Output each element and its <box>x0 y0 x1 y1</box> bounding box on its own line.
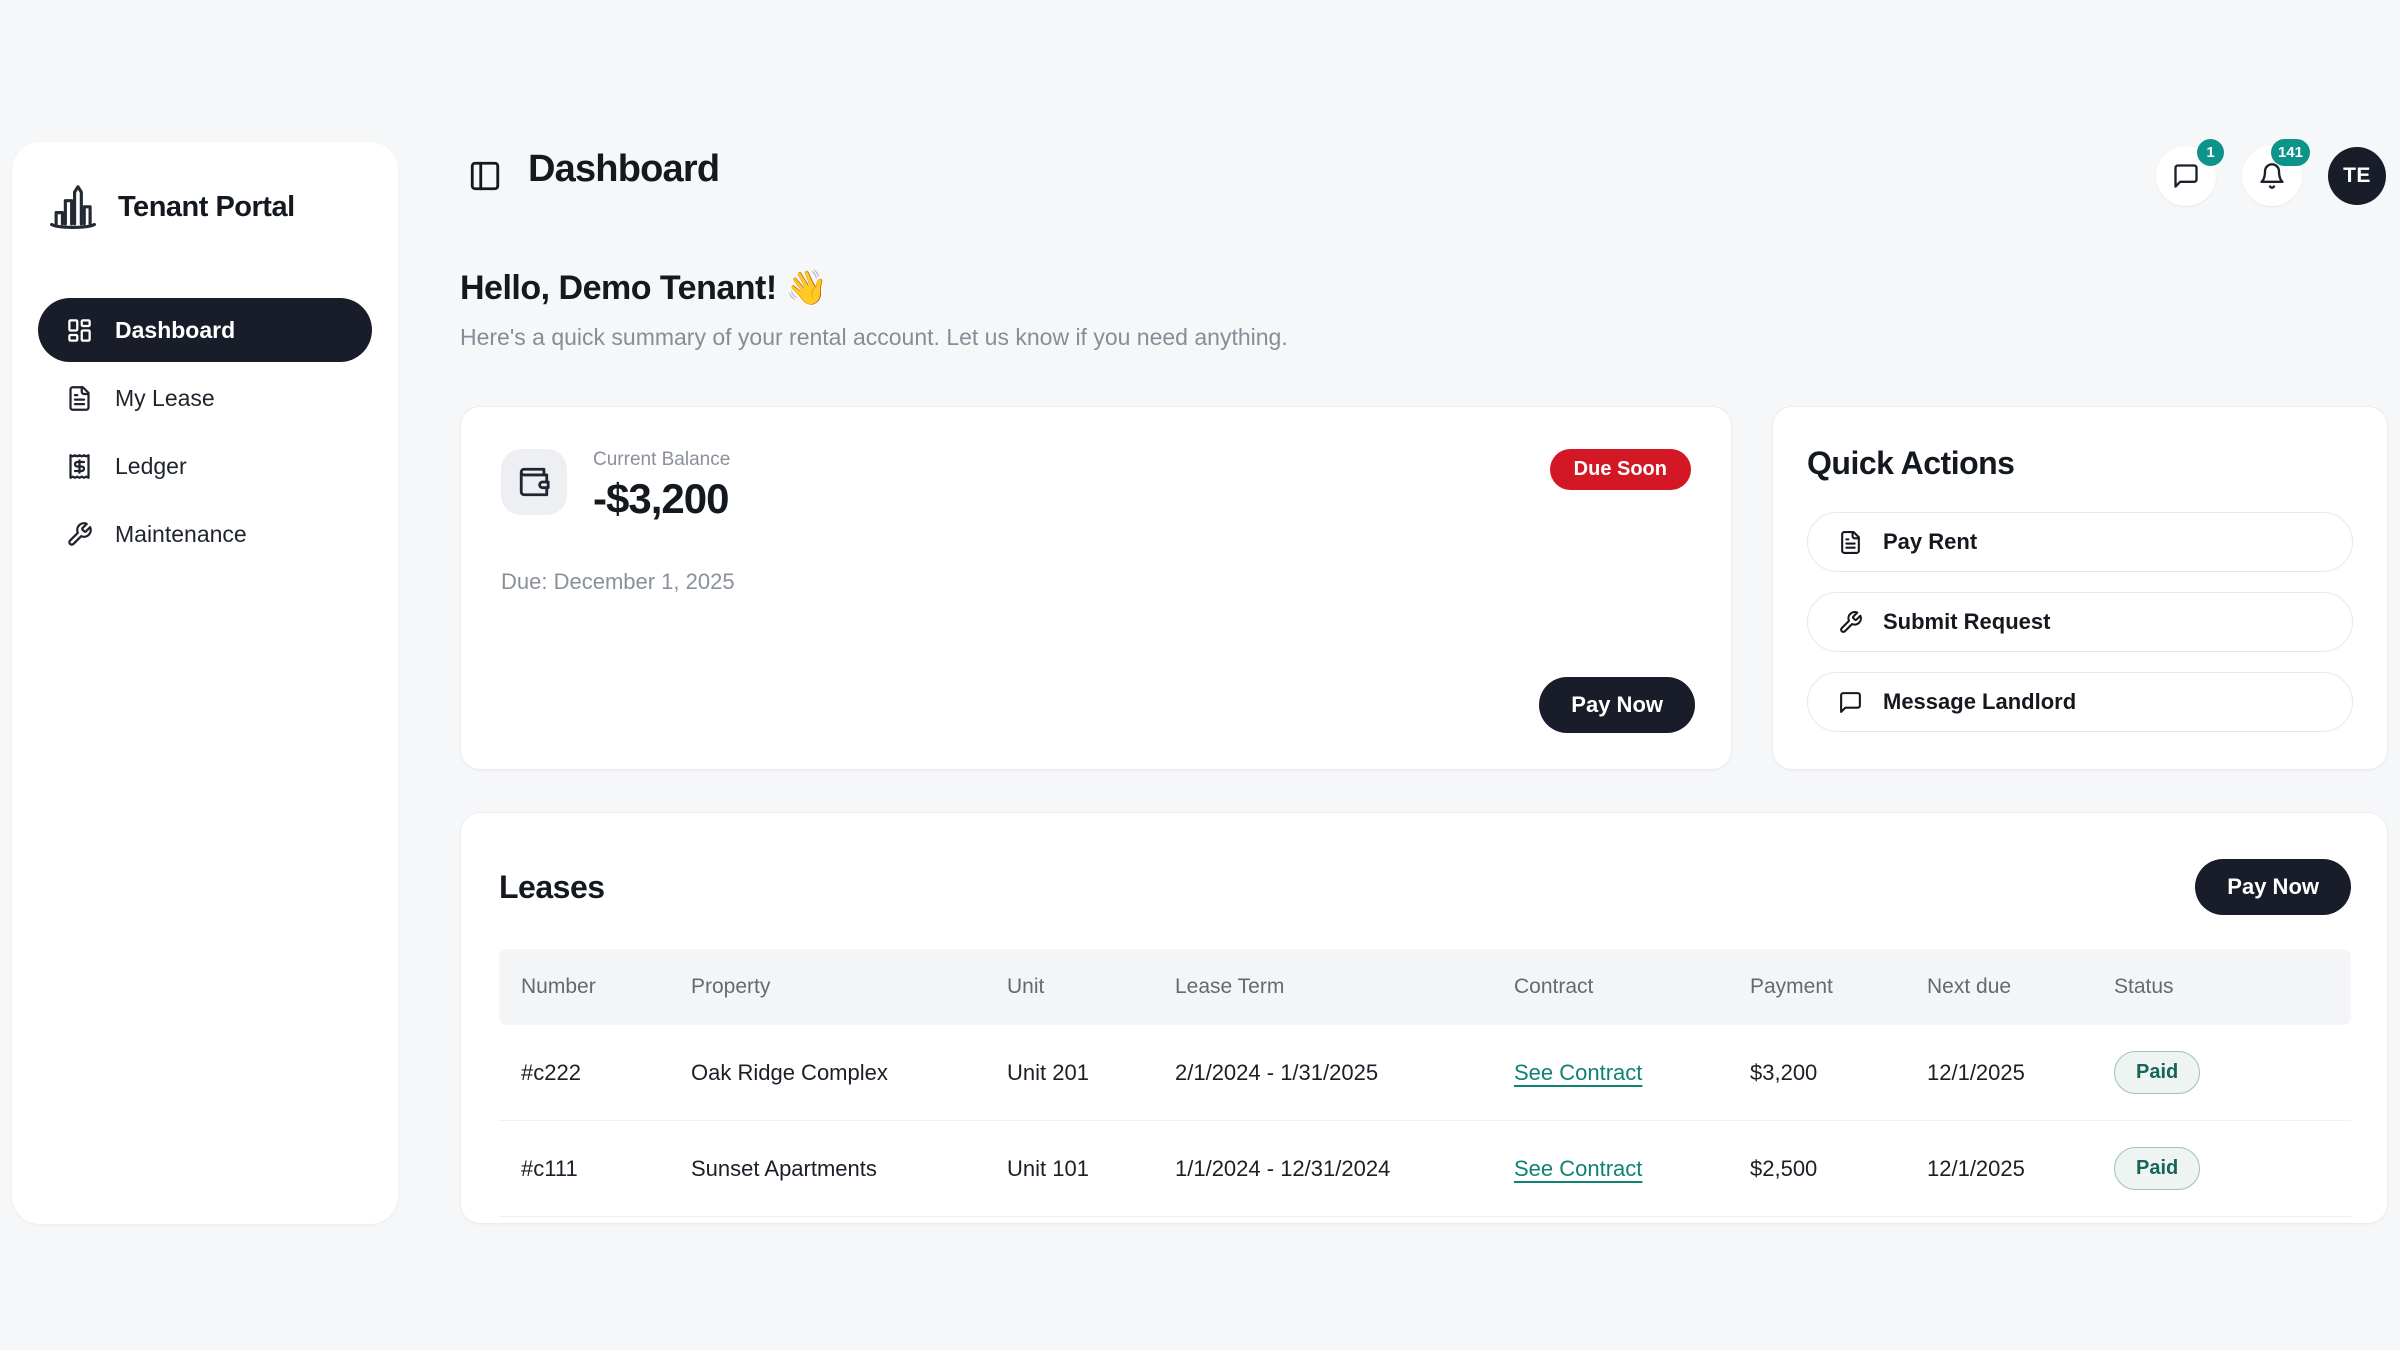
layout-dashboard-icon <box>66 317 93 344</box>
status-badge: Paid <box>2114 1147 2200 1190</box>
balance-card: Current Balance -$3,200 Due Soon Due: De… <box>460 406 1732 770</box>
lease-payment: $3,200 <box>1750 1060 1927 1086</box>
sidebar-item-ledger[interactable]: Ledger <box>38 434 372 498</box>
column-header-term: Lease Term <box>1175 975 1514 999</box>
leases-card: Leases Pay Now Number Property Unit Leas… <box>460 812 2388 1224</box>
lease-number: #c111 <box>521 1156 691 1182</box>
column-header-unit: Unit <box>1007 975 1175 999</box>
quick-actions-title: Quick Actions <box>1807 445 2353 482</box>
messages-badge: 1 <box>2197 139 2224 166</box>
balance-label: Current Balance <box>593 449 730 471</box>
wrench-icon <box>1838 610 1863 635</box>
sidebar-item-label: My Lease <box>115 385 215 412</box>
quick-action-label: Message Landlord <box>1883 689 2076 715</box>
column-header-number: Number <box>521 975 691 999</box>
header-actions: 1 141 TE <box>2156 146 2386 206</box>
sidebar-item-label: Ledger <box>115 453 187 480</box>
lease-unit: Unit 201 <box>1007 1060 1175 1086</box>
sidebar-item-my-lease[interactable]: My Lease <box>38 366 372 430</box>
table-row: #c111 Sunset Apartments Unit 101 1/1/202… <box>499 1121 2351 1217</box>
sidebar-item-dashboard[interactable]: Dashboard <box>38 298 372 362</box>
avatar[interactable]: TE <box>2328 147 2386 205</box>
lease-property: Oak Ridge Complex <box>691 1060 1007 1086</box>
status-badge: Paid <box>2114 1051 2200 1094</box>
sidebar: Tenant Portal Dashboard My Lease <box>12 142 398 1224</box>
row-menu-button[interactable] <box>2371 1051 2388 1095</box>
notifications-badge: 141 <box>2271 139 2310 166</box>
quick-action-label: Pay Rent <box>1883 529 1977 555</box>
receipt-icon <box>66 453 93 480</box>
lease-payment: $2,500 <box>1750 1156 1927 1182</box>
bell-icon <box>2258 162 2286 190</box>
message-landlord-button[interactable]: Message Landlord <box>1807 672 2353 732</box>
lease-term: 2/1/2024 - 1/31/2025 <box>1175 1060 1514 1086</box>
balance-amount: -$3,200 <box>593 475 730 523</box>
lease-next-due: 12/1/2025 <box>1927 1060 2114 1086</box>
file-text-icon <box>66 385 93 412</box>
sidebar-toggle-button[interactable] <box>468 158 504 194</box>
pay-rent-button[interactable]: Pay Rent <box>1807 512 2353 572</box>
submit-request-button[interactable]: Submit Request <box>1807 592 2353 652</box>
panel-left-icon <box>468 159 504 193</box>
column-header-contract: Contract <box>1514 975 1750 999</box>
column-header-property: Property <box>691 975 1007 999</box>
lease-property: Sunset Apartments <box>691 1156 1007 1182</box>
quick-action-label: Submit Request <box>1883 609 2050 635</box>
messages-button[interactable]: 1 <box>2156 146 2216 206</box>
lease-next-due: 12/1/2025 <box>1927 1156 2114 1182</box>
table-header-row: Number Property Unit Lease Term Contract… <box>499 949 2351 1025</box>
column-header-next-due: Next due <box>1927 975 2114 999</box>
row-menu-button[interactable] <box>2371 1147 2388 1191</box>
file-text-icon <box>1838 530 1863 555</box>
sidebar-item-label: Maintenance <box>115 521 247 548</box>
column-header-payment: Payment <box>1750 975 1927 999</box>
buildings-icon <box>46 180 100 234</box>
sidebar-item-maintenance[interactable]: Maintenance <box>38 502 372 566</box>
table-row: #c222 Oak Ridge Complex Unit 201 2/1/202… <box>499 1025 2351 1121</box>
lease-number: #c222 <box>521 1060 691 1086</box>
greeting: Hello, Demo Tenant! 👋 Here's a quick sum… <box>460 268 1288 351</box>
wallet-icon <box>501 449 567 515</box>
sidebar-item-label: Dashboard <box>115 317 235 344</box>
pay-now-button[interactable]: Pay Now <box>1539 677 1695 733</box>
greeting-title: Hello, Demo Tenant! 👋 <box>460 268 1288 308</box>
greeting-subtitle: Here's a quick summary of your rental ac… <box>460 324 1288 351</box>
message-icon <box>1838 690 1863 715</box>
sidebar-nav: Dashboard My Lease Ledger <box>38 298 372 566</box>
leases-pay-now-button[interactable]: Pay Now <box>2195 859 2351 915</box>
message-icon <box>2172 162 2200 190</box>
lease-term: 1/1/2024 - 12/31/2024 <box>1175 1156 1514 1182</box>
due-date-text: Due: December 1, 2025 <box>501 569 1691 595</box>
wrench-icon <box>66 521 93 548</box>
see-contract-link[interactable]: See Contract <box>1514 1156 1642 1181</box>
app-logo: Tenant Portal <box>38 180 372 234</box>
see-contract-link[interactable]: See Contract <box>1514 1060 1642 1085</box>
leases-table: Number Property Unit Lease Term Contract… <box>499 949 2351 1217</box>
leases-title: Leases <box>499 869 605 906</box>
column-header-status: Status <box>2114 975 2279 999</box>
lease-unit: Unit 101 <box>1007 1156 1175 1182</box>
due-soon-badge: Due Soon <box>1550 449 1691 490</box>
app-title: Tenant Portal <box>118 191 295 224</box>
notifications-button[interactable]: 141 <box>2242 146 2302 206</box>
quick-actions-card: Quick Actions Pay Rent Submit Request <box>1772 406 2388 770</box>
page-title: Dashboard <box>528 148 719 191</box>
